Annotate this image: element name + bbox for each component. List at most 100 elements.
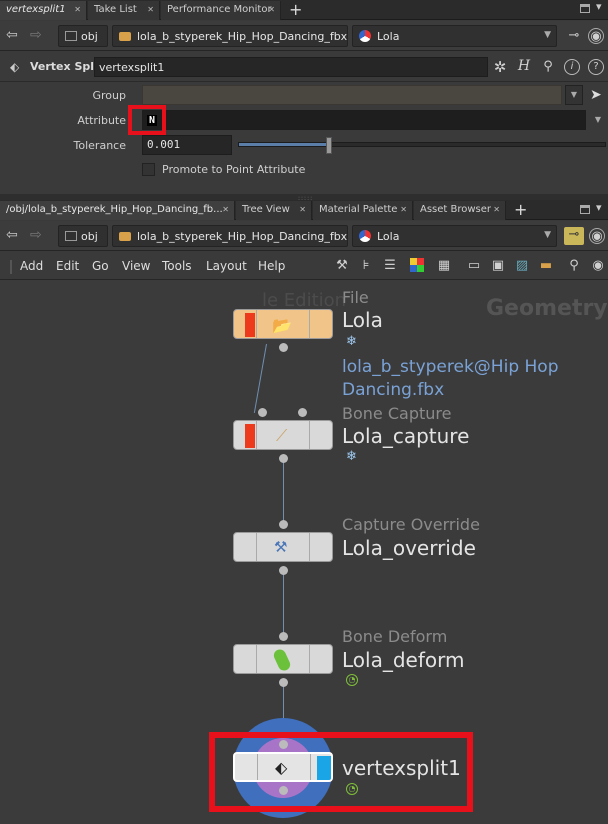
top-tab-bar: vertexsplit1 ✕ Take List ✕ Performance Mon…	[0, 0, 608, 20]
display-flag[interactable]	[245, 424, 255, 448]
breadcrumb-object[interactable]: lola_b_styperek_Hip_Hop_Dancing_fbx	[112, 225, 348, 247]
group-menu-button[interactable]: ▼	[565, 85, 583, 105]
tab-tree-view[interactable]: Tree View ✕	[236, 201, 312, 220]
back-arrow-icon[interactable]: ⇦	[6, 227, 18, 243]
tolerance-slider-handle[interactable]	[326, 137, 332, 154]
menu-tools[interactable]: Tools	[162, 259, 192, 273]
chevron-down-icon[interactable]: ▼	[544, 30, 551, 40]
file-path-link[interactable]: Dancing.fbx	[342, 380, 444, 400]
close-icon[interactable]: ✕	[268, 5, 275, 14]
close-icon[interactable]: ✕	[299, 205, 306, 214]
search-icon[interactable]: ⚲	[540, 59, 556, 75]
node-bone-deform[interactable]	[233, 644, 333, 674]
color-palette-icon[interactable]	[410, 258, 424, 272]
back-arrow-icon[interactable]: ⇦	[6, 27, 18, 43]
link-icon[interactable]: ◉	[589, 228, 605, 244]
menu-add[interactable]: Add	[20, 259, 43, 273]
breadcrumb-node[interactable]: Lola ▼	[352, 25, 557, 47]
override-icon: ⚒	[274, 538, 288, 556]
network-box-icon[interactable]: ▭	[466, 258, 482, 274]
node-name-field[interactable]: vertexsplit1	[94, 57, 488, 77]
chevron-down-icon[interactable]: ▼	[544, 230, 551, 240]
eye-icon[interactable]: ◉	[590, 258, 606, 274]
help-icon[interactable]: ?	[588, 59, 604, 75]
vertex-split-icon: ⬖	[10, 60, 20, 74]
input-connector[interactable]	[258, 408, 267, 417]
breadcrumb-node[interactable]: Lola ▼	[352, 225, 557, 247]
tab-network-path[interactable]: /obj/lola_b_styperek_Hip_Hop_Dancing_fb.…	[0, 201, 235, 220]
help-h-icon[interactable]: H	[516, 58, 532, 74]
menu-layout[interactable]: Layout	[206, 259, 247, 273]
tab-performance-monitor[interactable]: Performance Monitor ✕	[161, 1, 281, 20]
tolerance-slider-track[interactable]	[238, 142, 606, 147]
node-type-label: Bone Deform	[342, 627, 448, 646]
attribute-field[interactable]: N	[142, 110, 586, 130]
forward-arrow-icon[interactable]: ⇨	[30, 227, 42, 243]
list-view-icon[interactable]: ☰	[382, 258, 398, 274]
network-icon	[65, 31, 77, 41]
breadcrumb-object[interactable]: lola_b_styperek_Hip_Hop_Dancing_fbx	[112, 25, 348, 47]
input-connector[interactable]	[279, 632, 288, 641]
info-icon[interactable]: i	[564, 59, 580, 75]
snowflake-icon: ❄	[346, 334, 357, 349]
close-icon[interactable]: ✕	[222, 205, 229, 214]
tools-icon[interactable]: ⚒	[334, 258, 350, 274]
output-connector[interactable]	[279, 566, 288, 575]
input-connector[interactable]	[279, 520, 288, 529]
tab-take-list[interactable]: Take List ✕	[88, 1, 160, 20]
sticky-note-icon[interactable]: ▣	[490, 258, 506, 274]
attribute-label: Attribute	[77, 114, 126, 127]
select-arrow-icon[interactable]: ➤	[590, 87, 602, 103]
breadcrumb-obj[interactable]: obj	[58, 25, 108, 47]
menu-view[interactable]: View	[122, 259, 150, 273]
close-icon[interactable]: ✕	[147, 5, 154, 14]
add-tab-icon[interactable]: +	[514, 200, 527, 219]
grid-icon[interactable]: ▦	[436, 258, 452, 274]
node-name: Lola	[342, 308, 383, 332]
tab-asset-browser[interactable]: Asset Browser ✕	[414, 201, 506, 220]
output-connector[interactable]	[279, 678, 288, 687]
promote-checkbox[interactable]	[142, 163, 155, 176]
node-capture-override[interactable]: ⚒	[233, 532, 333, 562]
menu-help[interactable]: Help	[258, 259, 285, 273]
pin-toggle-icon[interactable]: ⊸	[564, 227, 584, 245]
image-icon[interactable]: ▨	[514, 258, 530, 274]
tolerance-field[interactable]: 0.001	[142, 135, 232, 155]
output-connector[interactable]	[279, 454, 288, 463]
display-flag[interactable]	[245, 313, 255, 337]
pin-icon[interactable]: ⊸	[566, 28, 582, 44]
gear-icon[interactable]: ✲	[492, 59, 508, 75]
file-path-link[interactable]: lola_b_styperek@Hip Hop	[342, 357, 558, 377]
tolerance-label: Tolerance	[73, 139, 126, 152]
network-editor[interactable]: Geometry le Edition File 📂 Lola ❄ lola_b…	[0, 280, 608, 824]
forward-arrow-icon[interactable]: ⇨	[30, 27, 42, 43]
close-icon[interactable]: ✕	[493, 205, 500, 214]
tab-vertexsplit1[interactable]: vertexsplit1 ✕	[0, 1, 87, 20]
output-connector[interactable]	[279, 343, 288, 352]
tab-material-palette[interactable]: Material Palette ✕	[313, 201, 413, 220]
tab-label: Tree View	[242, 204, 290, 215]
node-type-label: Capture Override	[342, 515, 480, 534]
node-file[interactable]: 📂	[233, 309, 333, 339]
pane-menu-icon[interactable]: ▾	[596, 0, 602, 13]
link-icon[interactable]: ◉	[588, 28, 604, 44]
node-type-label: Vertex Split	[30, 60, 104, 73]
maximize-icon[interactable]	[580, 4, 590, 13]
close-icon[interactable]: ✕	[74, 5, 81, 14]
close-icon[interactable]: ✕	[400, 205, 407, 214]
tree-layout-icon[interactable]: ⊧	[358, 258, 374, 274]
maximize-icon[interactable]	[580, 205, 590, 214]
input-connector[interactable]	[298, 408, 307, 417]
pane-menu-icon[interactable]: ▾	[596, 201, 602, 214]
node-type-label: Bone Capture	[342, 404, 452, 423]
menu-edit[interactable]: Edit	[56, 259, 79, 273]
search-icon[interactable]: ⚲	[566, 258, 582, 274]
asset-icon[interactable]: ▬	[538, 258, 554, 274]
attribute-menu-button[interactable]: ▼	[590, 111, 606, 129]
tolerance-slider-fill	[239, 143, 329, 146]
menu-go[interactable]: Go	[92, 259, 109, 273]
add-tab-icon[interactable]: +	[289, 0, 302, 19]
node-bone-capture[interactable]: ⟋	[233, 420, 333, 450]
group-field[interactable]	[142, 85, 562, 105]
breadcrumb-obj[interactable]: obj	[58, 225, 108, 247]
